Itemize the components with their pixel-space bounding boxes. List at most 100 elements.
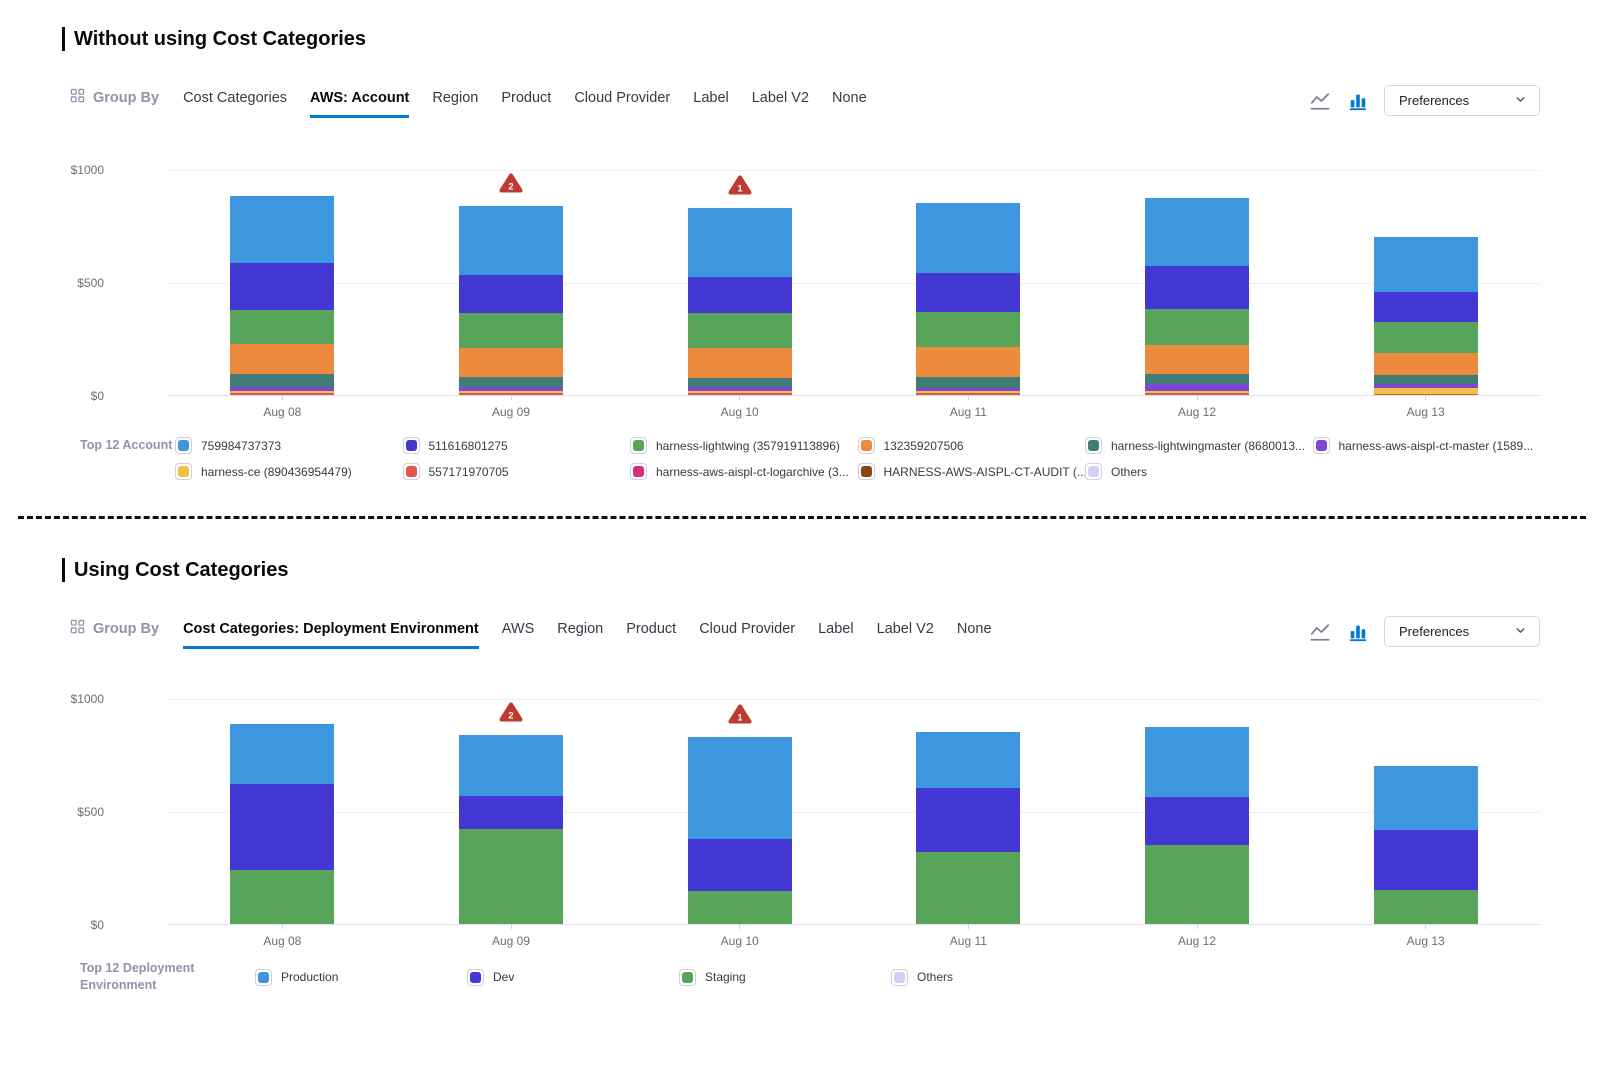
legend-item-dev[interactable]: Dev: [467, 969, 679, 986]
bar-segment-dev[interactable]: [688, 839, 792, 891]
legend-item-harness-aws-aispl-ct-logarchive-3[interactable]: harness-aws-aispl-ct-logarchive (3...: [630, 463, 858, 480]
tab-label[interactable]: Label: [693, 90, 728, 118]
bar-segment-staging[interactable]: [916, 852, 1020, 924]
bar-segment-staging[interactable]: [1145, 845, 1249, 924]
bar-segment-harness-lightwing-357919113896[interactable]: [459, 313, 563, 347]
legend-item-staging[interactable]: Staging: [679, 969, 891, 986]
stacked-bar-aug-13[interactable]: [1374, 237, 1478, 395]
bar-chart-toggle[interactable]: [1346, 89, 1370, 113]
stacked-bar-aug-13[interactable]: [1374, 766, 1478, 924]
tab-cost-categories-deployment-environment[interactable]: Cost Categories: Deployment Environment: [183, 621, 479, 649]
bar-segment-557171970705[interactable]: [230, 393, 334, 395]
bar-segment-staging[interactable]: [459, 829, 563, 924]
bar-segment-132359207506[interactable]: [1374, 353, 1478, 375]
bar-segment-132359207506[interactable]: [1145, 345, 1249, 374]
tab-aws-account[interactable]: AWS: Account: [310, 90, 409, 118]
bar-segment-production[interactable]: [916, 732, 1020, 788]
anomaly-badge-aug-09[interactable]: 2: [499, 701, 524, 728]
bar-segment-dev[interactable]: [1374, 830, 1478, 891]
tab-cost-categories[interactable]: Cost Categories: [183, 90, 287, 118]
bar-segment-557171970705[interactable]: [688, 393, 792, 395]
tab-region[interactable]: Region: [432, 90, 478, 118]
preferences-button[interactable]: Preferences: [1384, 85, 1540, 116]
legend-item-759984737373[interactable]: 759984737373: [175, 437, 403, 454]
bar-segment-harness-lightwing-357919113896[interactable]: [916, 312, 1020, 348]
bar-segment-harness-aws-aispl-ct-master-1589[interactable]: [1145, 384, 1249, 392]
bar-segment-harness-lightwing-357919113896[interactable]: [230, 310, 334, 344]
bar-segment-132359207506[interactable]: [230, 344, 334, 375]
legend-item-harness-lightwingmaster-8680013[interactable]: harness-lightwingmaster (8680013...: [1085, 437, 1313, 454]
bar-segment-511616801275[interactable]: [459, 275, 563, 313]
stacked-bar-aug-09[interactable]: [459, 206, 563, 395]
bar-segment-132359207506[interactable]: [688, 348, 792, 378]
bar-segment-511616801275[interactable]: [688, 277, 792, 313]
bar-segment-production[interactable]: [688, 737, 792, 838]
bar-segment-harness-lightwing-357919113896[interactable]: [688, 313, 792, 348]
legend-item-others[interactable]: Others: [891, 969, 1103, 986]
legend-item-557171970705[interactable]: 557171970705: [403, 463, 631, 480]
tab-aws[interactable]: AWS: [502, 621, 535, 649]
bar-segment-harness-lightwingmaster-8680013[interactable]: [1374, 375, 1478, 384]
tab-label-v2[interactable]: Label V2: [877, 621, 934, 649]
bar-segment-557171970705[interactable]: [1145, 393, 1249, 395]
bar-segment-759984737373[interactable]: [688, 208, 792, 277]
bar-segment-511616801275[interactable]: [916, 273, 1020, 312]
bar-segment-759984737373[interactable]: [916, 203, 1020, 273]
legend-item-harness-ce-890436954479[interactable]: harness-ce (890436954479): [175, 463, 403, 480]
bar-segment-staging[interactable]: [230, 870, 334, 924]
bar-segment-harness-lightwingmaster-8680013[interactable]: [230, 374, 334, 386]
bar-segment-557171970705[interactable]: [459, 393, 563, 395]
stacked-bar-aug-08[interactable]: [230, 196, 334, 396]
bar-segment-759984737373[interactable]: [1145, 198, 1249, 266]
bar-segment-harness-lightwing-357919113896[interactable]: [1374, 322, 1478, 353]
bar-segment-511616801275[interactable]: [1145, 266, 1249, 308]
stacked-bar-aug-10[interactable]: [688, 208, 792, 395]
bar-segment-dev[interactable]: [1145, 797, 1249, 845]
bar-segment-511616801275[interactable]: [1374, 292, 1478, 322]
tab-label-v2[interactable]: Label V2: [752, 90, 809, 118]
bar-segment-production[interactable]: [230, 724, 334, 783]
bar-segment-production[interactable]: [1374, 766, 1478, 830]
bar-segment-harness-lightwing-357919113896[interactable]: [1145, 309, 1249, 346]
bar-segment-production[interactable]: [459, 735, 563, 795]
bar-chart-toggle[interactable]: [1346, 620, 1370, 644]
bar-segment-dev[interactable]: [230, 784, 334, 870]
bar-segment-dev[interactable]: [916, 788, 1020, 852]
line-chart-toggle[interactable]: [1308, 89, 1332, 113]
stacked-bar-aug-11[interactable]: [916, 203, 1020, 395]
bar-segment-759984737373[interactable]: [230, 196, 334, 264]
bar-segment-511616801275[interactable]: [230, 263, 334, 309]
bar-segment-harness-lightwingmaster-8680013[interactable]: [459, 377, 563, 387]
bar-segment-production[interactable]: [1145, 727, 1249, 798]
tab-product[interactable]: Product: [501, 90, 551, 118]
tab-none[interactable]: None: [832, 90, 867, 118]
preferences-button[interactable]: Preferences: [1384, 616, 1540, 647]
anomaly-badge-aug-09[interactable]: 2: [499, 172, 524, 199]
legend-item-511616801275[interactable]: 511616801275: [403, 437, 631, 454]
stacked-bar-aug-08[interactable]: [230, 724, 334, 924]
legend-item-harness-lightwing-357919113896[interactable]: harness-lightwing (357919113896): [630, 437, 858, 454]
tab-label[interactable]: Label: [818, 621, 853, 649]
stacked-bar-aug-09[interactable]: [459, 735, 563, 924]
bar-segment-557171970705[interactable]: [1374, 394, 1478, 395]
bar-segment-759984737373[interactable]: [459, 206, 563, 275]
legend-item-harness-aws-aispl-ct-master-1589[interactable]: harness-aws-aispl-ct-master (1589...: [1313, 437, 1541, 454]
bar-segment-132359207506[interactable]: [916, 347, 1020, 377]
bar-segment-harness-lightwingmaster-8680013[interactable]: [1145, 374, 1249, 384]
stacked-bar-aug-11[interactable]: [916, 732, 1020, 924]
bar-segment-harness-lightwingmaster-8680013[interactable]: [916, 377, 1020, 388]
legend-item-harness-aws-aispl-ct-audit[interactable]: HARNESS-AWS-AISPL-CT-AUDIT (...: [858, 463, 1086, 480]
anomaly-badge-aug-10[interactable]: 1: [727, 174, 752, 201]
tab-cloud-provider[interactable]: Cloud Provider: [699, 621, 795, 649]
tab-cloud-provider[interactable]: Cloud Provider: [574, 90, 670, 118]
bar-segment-staging[interactable]: [688, 891, 792, 924]
legend-item-others[interactable]: Others: [1085, 463, 1313, 480]
stacked-bar-aug-10[interactable]: [688, 737, 792, 924]
anomaly-badge-aug-10[interactable]: 1: [727, 703, 752, 730]
legend-item-production[interactable]: Production: [255, 969, 467, 986]
stacked-bar-aug-12[interactable]: [1145, 727, 1249, 925]
tab-region[interactable]: Region: [557, 621, 603, 649]
legend-item-132359207506[interactable]: 132359207506: [858, 437, 1086, 454]
bar-segment-harness-lightwingmaster-8680013[interactable]: [688, 378, 792, 387]
tab-none[interactable]: None: [957, 621, 992, 649]
